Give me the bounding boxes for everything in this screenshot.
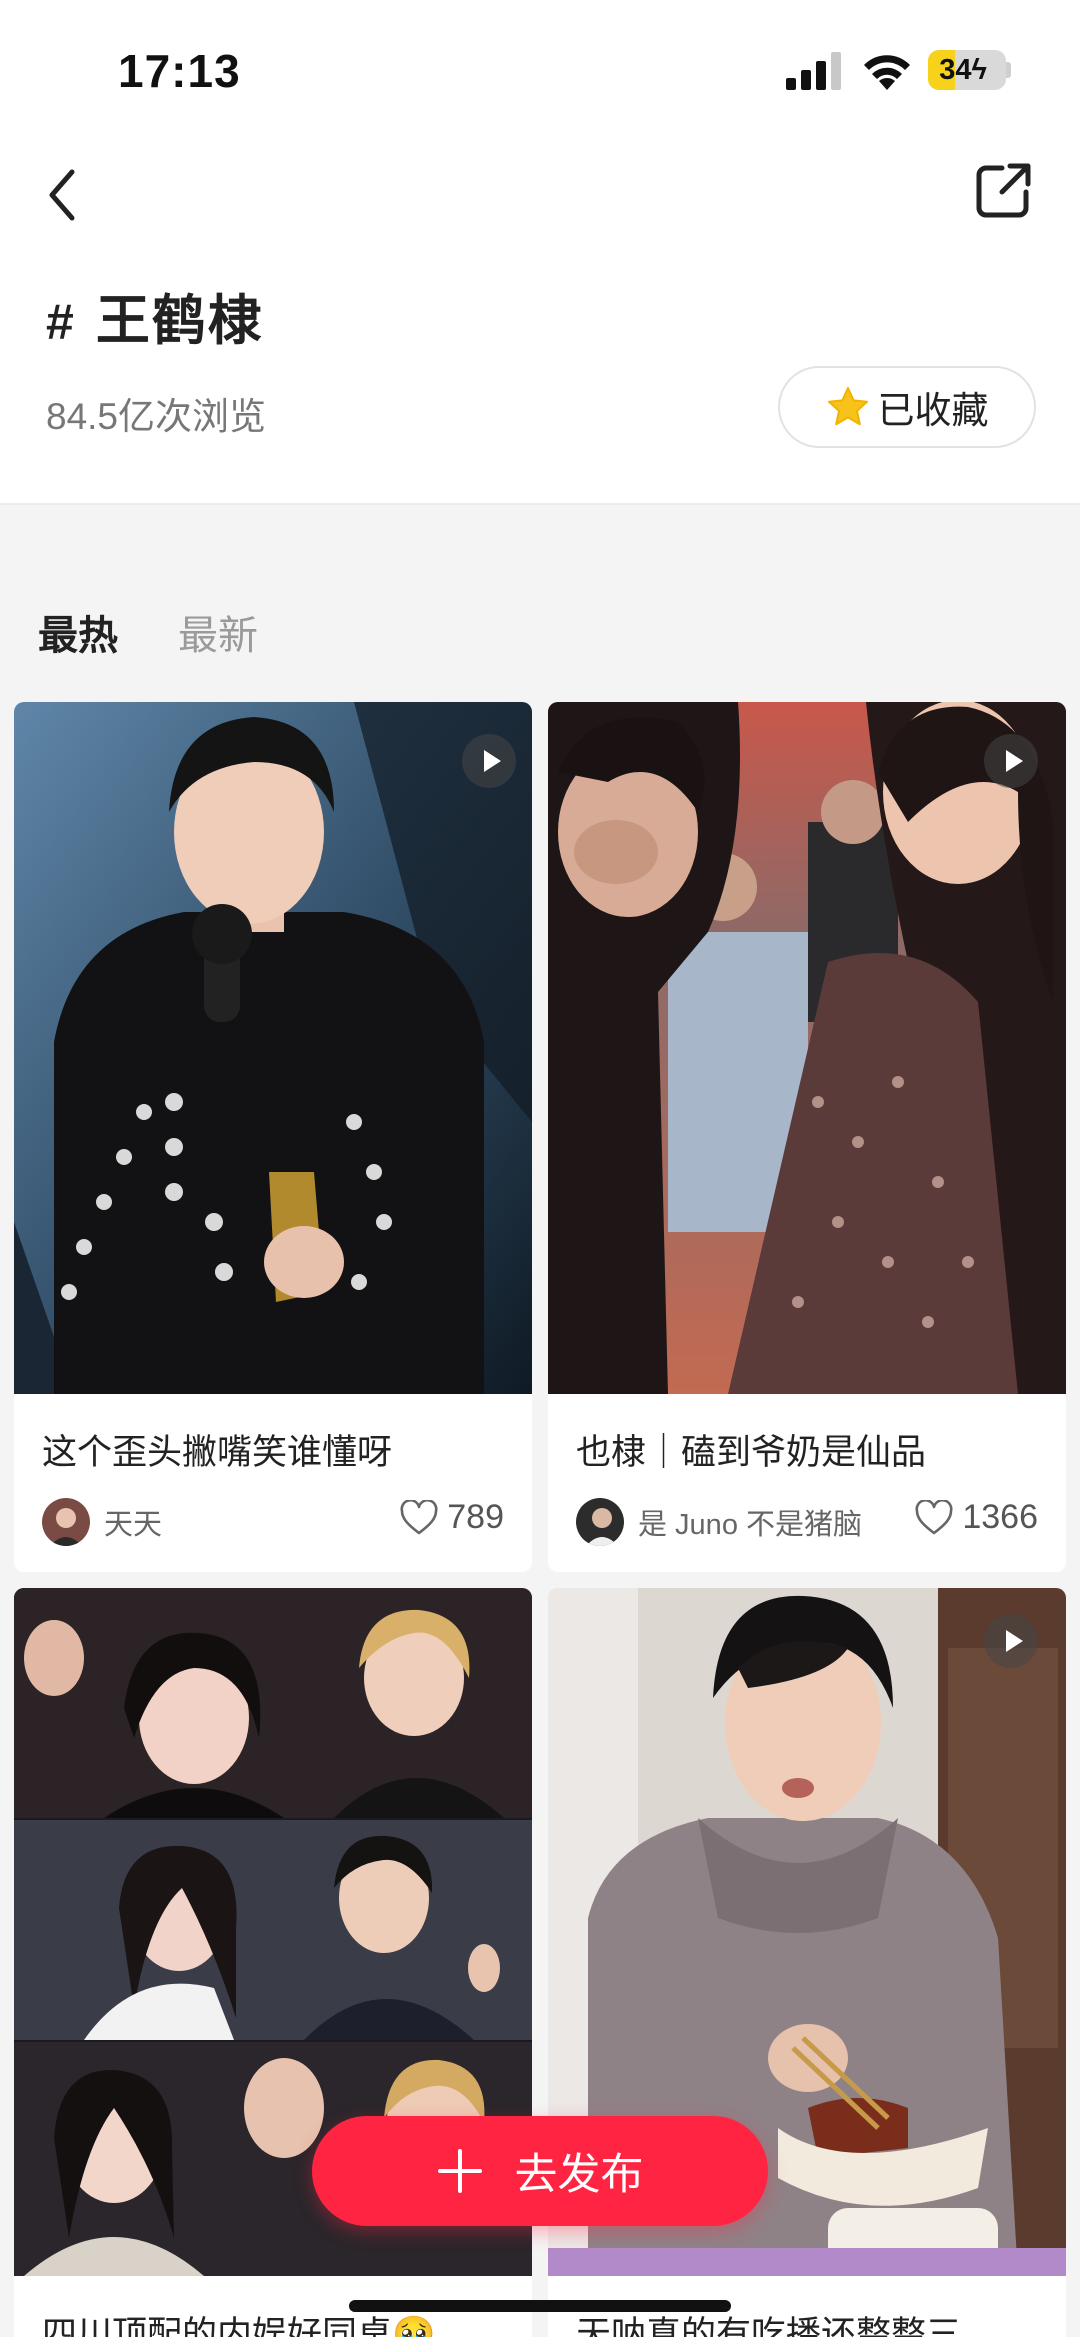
- page-title: 王鹤棣: [95, 291, 264, 351]
- topic-heading: # 王鹤棣: [46, 276, 264, 355]
- avatar: [576, 1498, 624, 1546]
- like-count: 1366: [962, 1498, 1038, 1536]
- card-title: 这个歪头撇嘴笑谁懂呀: [42, 1433, 393, 1472]
- view-count: 84.5亿次浏览: [46, 396, 267, 437]
- video-thumbnail[interactable]: [14, 702, 532, 1394]
- hashtag-symbol: #: [46, 294, 74, 350]
- status-time: 17:13: [118, 45, 241, 97]
- favorite-label: 已收藏: [877, 390, 989, 431]
- heart-icon: [915, 1499, 953, 1534]
- thumbnail-image: [548, 702, 1066, 1394]
- like-button[interactable]: 789: [399, 1498, 504, 1537]
- wifi-icon: [864, 55, 910, 90]
- chevron-left-icon[interactable]: [40, 162, 84, 228]
- author-name: 是 Juno 不是猪脑: [638, 1509, 862, 1541]
- plus-icon: [437, 2149, 482, 2193]
- video-thumbnail[interactable]: [548, 702, 1066, 1394]
- thumbnail-image: [14, 702, 532, 1394]
- battery-indicator: 34ϟ: [928, 50, 1006, 90]
- sort-tabs: 最热 最新: [0, 507, 1080, 697]
- like-button[interactable]: 1366: [914, 1498, 1038, 1537]
- share-external-icon[interactable]: [972, 160, 1034, 222]
- play-icon: [984, 734, 1038, 788]
- publish-button[interactable]: 去发布: [312, 2116, 768, 2226]
- charging-bolt-icon: ϟ: [971, 54, 987, 86]
- heart-icon: [400, 1499, 438, 1534]
- battery-tip: [1006, 62, 1011, 78]
- card-title: 也棣｜磕到爷奶是仙品: [576, 1433, 927, 1472]
- feed-card[interactable]: 这个歪头撇嘴笑谁懂呀 天天 789: [14, 702, 532, 1572]
- favorite-button[interactable]: 已收藏: [778, 366, 1036, 448]
- star-icon: [827, 387, 868, 426]
- home-indicator[interactable]: [349, 2300, 731, 2312]
- play-icon: [984, 1614, 1038, 1668]
- topic-header: # 王鹤棣 84.5亿次浏览 已收藏: [0, 140, 1080, 505]
- play-icon: [462, 734, 516, 788]
- card-author[interactable]: 是 Juno 不是猪脑: [576, 1498, 862, 1546]
- tab-latest[interactable]: 最新: [178, 603, 258, 661]
- card-author[interactable]: 天天: [42, 1498, 162, 1546]
- cellular-signal-icon: [786, 52, 841, 90]
- avatar: [42, 1498, 90, 1546]
- like-count: 789: [447, 1498, 504, 1536]
- feed-card[interactable]: 也棣｜磕到爷奶是仙品 是 Juno 不是猪脑 1366: [548, 702, 1066, 1572]
- publish-label: 去发布: [514, 2151, 644, 2199]
- status-bar: 17:13 34ϟ: [0, 0, 1080, 140]
- battery-percent: 34ϟ: [939, 54, 987, 86]
- tab-hottest[interactable]: 最热: [38, 603, 118, 661]
- author-name: 天天: [104, 1509, 163, 1541]
